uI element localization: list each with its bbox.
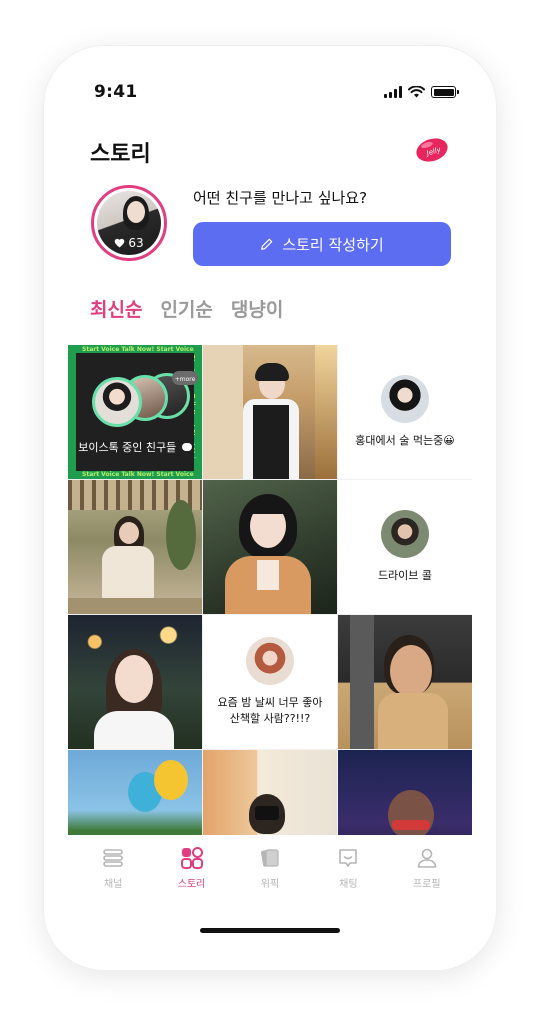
tab-channel[interactable]: 채널 bbox=[83, 846, 143, 906]
photo-story[interactable] bbox=[338, 750, 472, 835]
tab-popular[interactable]: 인기순 bbox=[160, 295, 212, 322]
story-caption: 드라이브 콜 bbox=[377, 569, 433, 582]
write-story-button[interactable]: 스토리 작성하기 bbox=[193, 222, 451, 266]
photo-story[interactable] bbox=[203, 480, 337, 614]
story-screen: 9:41 스토리 Jelly 63 어떤 친구를 만나고 싶나요? 스토리 작성… bbox=[44, 46, 496, 970]
bottom-tab-bar: 채널 스토리 위픽 채팅 프로필 bbox=[44, 846, 496, 906]
marquee-text: Start Voice Talk Now! Start Voice bbox=[82, 346, 194, 353]
photo-story[interactable] bbox=[68, 750, 202, 835]
my-avatar[interactable]: 63 bbox=[91, 185, 167, 261]
photo-story[interactable] bbox=[68, 480, 202, 614]
voice-card-inner: +more 보이스톡 중인 친구들 bbox=[76, 353, 198, 471]
photo-story[interactable] bbox=[203, 345, 337, 479]
text-story[interactable]: 요즘 밤 날씨 너무 좋아 산책할 사람??!!? bbox=[203, 615, 337, 749]
text-story[interactable]: 홍대에서 술 먹는중😀 bbox=[338, 345, 472, 479]
speech-bubble-icon bbox=[181, 443, 192, 451]
signal-icon bbox=[384, 86, 402, 98]
heart-icon bbox=[115, 238, 125, 248]
channel-icon bbox=[103, 849, 123, 867]
cards-icon bbox=[260, 849, 279, 867]
story-grid-icon bbox=[180, 847, 203, 869]
tab-label: 채팅 bbox=[339, 879, 358, 890]
sort-tabs: 최신순 인기순 댕냥이 bbox=[90, 295, 283, 322]
home-indicator[interactable] bbox=[200, 928, 340, 933]
voice-talk-card[interactable]: Start Voice Talk Now! Start Voice Start … bbox=[68, 345, 202, 479]
tab-label: 프로필 bbox=[412, 879, 441, 890]
text-story[interactable]: 드라이브 콜 bbox=[338, 480, 472, 614]
marquee-text: Start Voice Talk Now! Start Voice bbox=[82, 471, 194, 478]
prompt-text: 어떤 친구를 만나고 싶나요? bbox=[193, 189, 368, 207]
tab-profile[interactable]: 프로필 bbox=[397, 846, 457, 906]
voice-avatar bbox=[92, 377, 142, 427]
photo-story[interactable] bbox=[338, 615, 472, 749]
story-caption: 홍대에서 술 먹는중😀 bbox=[355, 434, 455, 447]
status-bar: 9:41 bbox=[44, 46, 496, 136]
tab-label: 위픽 bbox=[260, 879, 280, 890]
tab-story[interactable]: 스토리 bbox=[162, 846, 222, 906]
photo-story[interactable] bbox=[203, 750, 337, 835]
jelly-icon[interactable]: Jelly bbox=[414, 134, 450, 164]
status-icons bbox=[384, 86, 459, 98]
story-caption: 요즘 밤 날씨 너무 좋아 산책할 사람??!!? bbox=[217, 696, 323, 725]
person-icon bbox=[417, 848, 437, 868]
like-count: 63 bbox=[128, 236, 144, 250]
avatar-photo: 63 bbox=[97, 191, 161, 255]
chat-icon bbox=[339, 849, 358, 867]
tab-pets[interactable]: 댕냥이 bbox=[231, 295, 283, 322]
battery-icon bbox=[431, 86, 459, 98]
story-author-avatar bbox=[381, 375, 429, 423]
voice-avatars: +more bbox=[88, 369, 198, 429]
voice-card-caption: 보이스톡 중인 친구들 bbox=[76, 439, 194, 455]
tab-wepick[interactable]: 위픽 bbox=[240, 846, 300, 906]
tab-latest[interactable]: 최신순 bbox=[90, 295, 142, 322]
phone-frame: 9:41 스토리 Jelly 63 어떤 친구를 만나고 싶나요? 스토리 작성… bbox=[44, 46, 496, 970]
photo-story[interactable] bbox=[68, 615, 202, 749]
story-author-avatar bbox=[381, 510, 429, 558]
story-grid: Start Voice Talk Now! Start Voice Start … bbox=[68, 345, 472, 835]
more-icon: +more bbox=[172, 371, 198, 385]
pencil-icon bbox=[261, 238, 273, 250]
more-badge-text: +more bbox=[175, 376, 196, 383]
status-time: 9:41 bbox=[94, 82, 138, 102]
like-badge: 63 bbox=[97, 236, 161, 250]
page-title: 스토리 bbox=[90, 142, 151, 167]
wifi-icon bbox=[408, 86, 425, 98]
write-story-label: 스토리 작성하기 bbox=[282, 235, 384, 254]
voice-caption-text: 보이스톡 중인 친구들 bbox=[78, 441, 177, 454]
tab-chat[interactable]: 채팅 bbox=[318, 846, 378, 906]
story-author-avatar bbox=[246, 637, 294, 685]
tab-label: 스토리 bbox=[177, 879, 206, 890]
tab-label: 채널 bbox=[103, 879, 123, 890]
